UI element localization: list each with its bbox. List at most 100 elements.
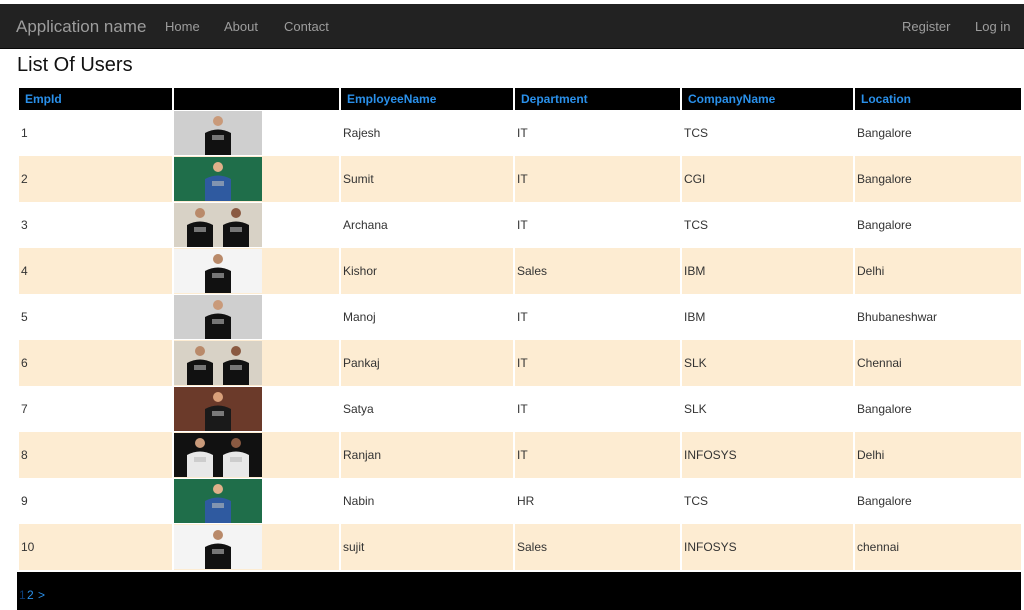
cell-empid: 10 (19, 524, 172, 570)
column-header-location[interactable]: Location (855, 88, 1021, 110)
cell-photo (174, 524, 339, 570)
table-row: 2 Sumit IT CGI Bangalore (19, 156, 1021, 202)
cell-department: IT (517, 402, 528, 416)
cell-empid: 6 (19, 340, 172, 386)
cell-location: chennai (855, 524, 1021, 570)
cell-employee-name: sujit (341, 524, 513, 570)
cell-photo (174, 248, 339, 294)
cell-company-name: TCS (684, 218, 708, 232)
cell-department: Sales (515, 248, 680, 294)
column-header-companyname[interactable]: CompanyName (682, 88, 853, 110)
cell-department: HR (517, 494, 535, 508)
nav-link-about[interactable]: About (224, 19, 258, 34)
table-row: 5 Manoj IT IBM Bhubaneshwar (19, 294, 1021, 340)
cell-company-name: INFOSYS (682, 432, 853, 478)
cell-company-name: TCS (684, 126, 708, 140)
cell-department: Sales (515, 524, 680, 570)
cell-company-name: SLK (684, 402, 707, 416)
cell-location: Bangalore (857, 218, 912, 232)
table-header-row: EmpId EmployeeName Department CompanyNam… (19, 88, 1021, 110)
users-table: EmpId EmployeeName Department CompanyNam… (17, 88, 1023, 570)
table-row: 10 sujit Sales INFOSYS chennai (19, 524, 1021, 570)
cell-department: IT (517, 218, 528, 232)
cell-photo (174, 432, 339, 478)
page-current: 1 (19, 588, 26, 602)
cell-employee-name: Pankaj (341, 340, 513, 386)
cell-photo (174, 386, 339, 432)
column-header-department[interactable]: Department (515, 88, 680, 110)
nav-link-contact[interactable]: Contact (284, 19, 329, 34)
employee-photo (174, 341, 262, 385)
column-header-photo (174, 88, 339, 110)
cell-employee-name: Kishor (341, 248, 513, 294)
employee-photo (174, 479, 262, 523)
cell-employee-name: Ranjan (341, 432, 513, 478)
cell-location: Bhubaneshwar (857, 310, 938, 324)
page-title: List Of Users (17, 54, 133, 76)
cell-location: Bangalore (855, 156, 1021, 202)
nav-link-register[interactable]: Register (902, 19, 950, 34)
cell-photo (174, 156, 339, 202)
cell-company-name: CGI (682, 156, 853, 202)
employee-photo (174, 203, 262, 247)
cell-location: Bangalore (857, 402, 912, 416)
table-row: 1 Rajesh IT TCS Bangalore (19, 110, 1021, 156)
cell-employee-name: Nabin (343, 494, 375, 508)
navbar: Application name Home About Contact Regi… (0, 4, 1024, 49)
employee-photo (174, 525, 262, 569)
cell-company-name: TCS (684, 494, 708, 508)
cell-empid: 2 (19, 156, 172, 202)
cell-employee-name: Rajesh (343, 126, 381, 140)
cell-empid: 4 (19, 248, 172, 294)
employee-photo (174, 387, 262, 431)
cell-department: IT (517, 310, 528, 324)
cell-company-name: INFOSYS (682, 524, 853, 570)
employee-photo (174, 295, 262, 339)
cell-empid: 5 (21, 310, 28, 324)
table-row: 8 Ranjan IT INFOSYS Delhi (19, 432, 1021, 478)
cell-location: Delhi (855, 432, 1021, 478)
cell-photo (174, 294, 339, 340)
table-row: 9 Nabin HR TCS Bangalore (19, 478, 1021, 524)
cell-employee-name: Manoj (343, 310, 376, 324)
cell-employee-name: Sumit (341, 156, 513, 202)
cell-department: IT (515, 432, 680, 478)
column-header-employeename[interactable]: EmployeeName (341, 88, 513, 110)
cell-empid: 7 (21, 402, 28, 416)
employee-photo (174, 111, 262, 155)
table-row: 7 Satya IT SLK Bangalore (19, 386, 1021, 432)
cell-photo (174, 202, 339, 248)
pagination: 1 2 > (17, 572, 1021, 610)
employee-photo (174, 433, 262, 477)
cell-location: Chennai (855, 340, 1021, 386)
employee-photo (174, 249, 262, 293)
cell-empid: 9 (21, 494, 28, 508)
cell-location: Bangalore (857, 126, 912, 140)
table-row: 4 Kishor Sales IBM Delhi (19, 248, 1021, 294)
nav-link-home[interactable]: Home (165, 19, 200, 34)
cell-department: IT (515, 340, 680, 386)
cell-company-name: IBM (684, 310, 706, 324)
cell-empid: 1 (21, 126, 28, 140)
cell-company-name: SLK (682, 340, 853, 386)
cell-department: IT (517, 126, 528, 140)
column-header-empid[interactable]: EmpId (19, 88, 172, 110)
cell-photo (174, 478, 339, 524)
table-row: 6 Pankaj IT SLK Chennai (19, 340, 1021, 386)
cell-location: Bangalore (857, 494, 912, 508)
cell-location: Delhi (855, 248, 1021, 294)
employee-photo (174, 157, 262, 201)
table-row: 3 Archana IT TCS Bangalore (19, 202, 1021, 248)
page-link-2[interactable]: 2 (27, 588, 34, 602)
cell-employee-name: Archana (343, 218, 388, 232)
cell-empid: 3 (21, 218, 28, 232)
brand-link[interactable]: Application name (16, 17, 146, 37)
cell-employee-name: Satya (343, 402, 374, 416)
cell-department: IT (515, 156, 680, 202)
cell-photo (174, 340, 339, 386)
nav-link-login[interactable]: Log in (975, 19, 1010, 34)
cell-photo (174, 110, 339, 156)
cell-company-name: IBM (682, 248, 853, 294)
cell-empid: 8 (19, 432, 172, 478)
page-next-link[interactable]: > (38, 588, 45, 602)
